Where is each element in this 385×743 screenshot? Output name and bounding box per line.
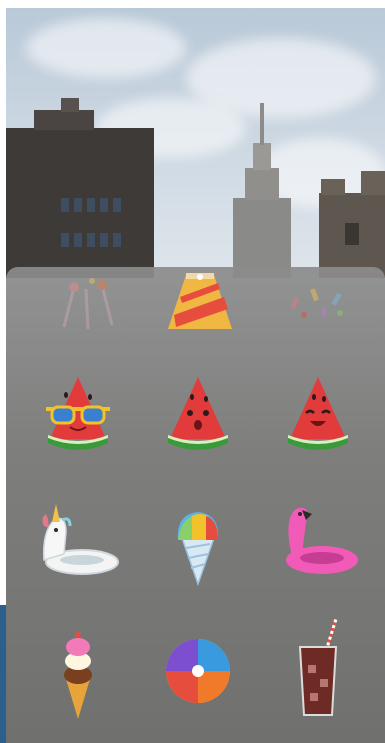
beach-ball-icon [166,639,230,703]
beach-ball-sticker[interactable] [156,617,240,717]
snow-cone-icon [177,512,219,587]
watermelon-sunglasses-icon [46,377,110,450]
watermelon-sunglasses-sticker[interactable] [36,367,120,467]
unicorn-pool-float-sticker[interactable] [36,492,120,592]
flamingo-float-icon [286,507,358,574]
ice-cream-cone-sticker[interactable] [36,617,120,719]
party-hat-icon [168,273,232,329]
left-building [6,98,154,278]
soda-glass-sticker[interactable] [276,617,360,717]
party-popper-icon [62,278,114,330]
flamingo-pool-float-sticker[interactable] [276,492,360,592]
party-popper-sticker[interactable] [46,267,130,367]
sticker-tray[interactable] [6,267,385,743]
watermelon-surprised-sticker[interactable] [156,367,240,467]
confetti-icon [290,288,343,318]
ice-cream-icon [64,632,92,719]
party-hat-sticker[interactable] [158,257,242,357]
soda-glass-icon [298,618,338,716]
right-building [319,171,385,278]
unicorn-float-icon [42,504,119,575]
confetti-sticker[interactable] [278,267,362,367]
watermelon-surprised-icon [168,377,228,450]
watermelon-smiling-sticker[interactable] [276,367,360,467]
snow-cone-sticker[interactable] [156,492,240,592]
watermelon-smiling-icon [288,377,348,450]
